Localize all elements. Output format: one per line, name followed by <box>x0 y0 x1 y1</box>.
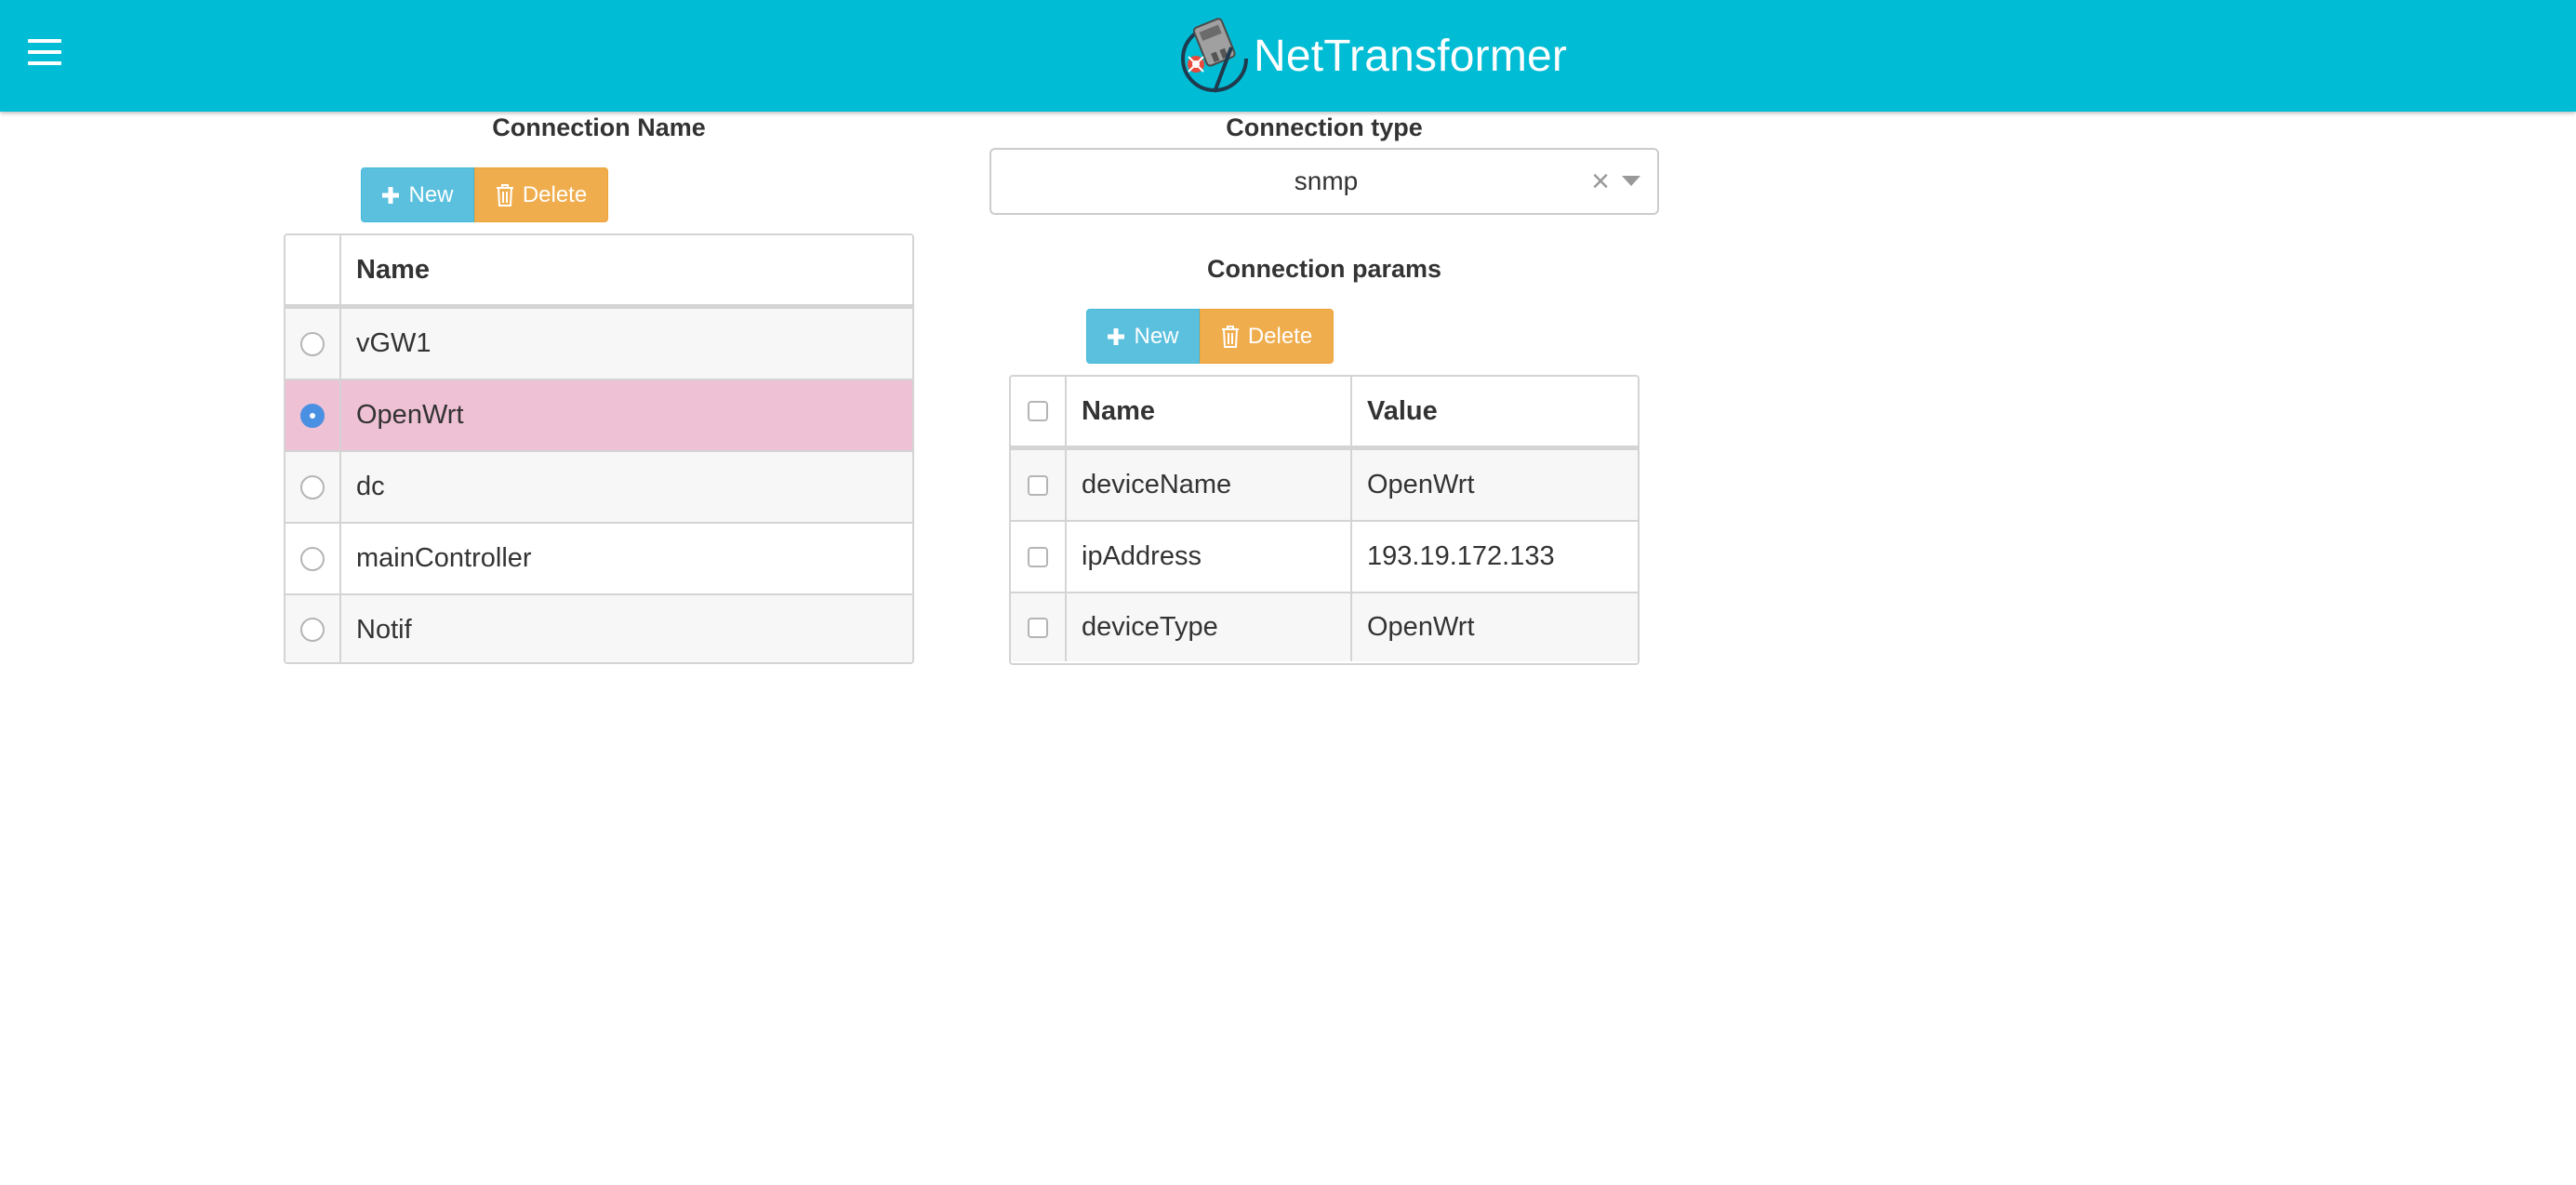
table-row[interactable]: vGW1 <box>285 309 912 380</box>
row-select-cell <box>1011 522 1067 592</box>
row-checkbox[interactable] <box>1028 546 1048 567</box>
param-name-cell: deviceType <box>1067 593 1352 661</box>
row-select-cell <box>285 595 341 662</box>
nettransformer-logo <box>1181 18 1248 93</box>
param-value-cell: 193.19.172.133 <box>1367 541 1555 571</box>
brand-name: NetTransformer <box>1254 31 1568 81</box>
table-row[interactable]: Notif <box>285 595 912 662</box>
param-rows: deviceName OpenWrt ipAddress 193.19.172.133… <box>1011 450 1638 661</box>
delete-connection-button[interactable]: Delete <box>474 167 608 222</box>
row-radio[interactable] <box>300 331 325 356</box>
connection-type-title: Connection type <box>1226 113 1423 141</box>
delete-param-label: Delete <box>1247 323 1313 349</box>
connection-name-cell: dc <box>356 472 385 501</box>
plus-icon <box>1107 327 1125 346</box>
connection-name-table: Name vGW1 OpenWrt dc mainController Notif <box>284 233 914 664</box>
trash-icon <box>496 183 514 206</box>
row-select-cell <box>1011 593 1067 661</box>
table-row[interactable]: OpenWrt <box>285 380 912 452</box>
table-header-row: Name Value <box>1011 377 1638 450</box>
connection-name-cell: mainController <box>356 543 532 573</box>
caret-down-icon[interactable] <box>1622 176 1640 186</box>
connection-name-cell: vGW1 <box>356 328 432 358</box>
select-column-header <box>285 235 341 304</box>
row-select-cell <box>285 309 341 379</box>
table-row[interactable]: mainController <box>285 524 912 595</box>
connection-name-toolbar: New Delete <box>361 167 608 222</box>
delete-connection-label: Delete <box>522 181 588 207</box>
column-header-name: Name <box>356 254 430 285</box>
param-value-cell: OpenWrt <box>1367 470 1475 499</box>
row-radio[interactable] <box>300 546 325 571</box>
row-select-cell <box>285 452 341 522</box>
param-value-cell: OpenWrt <box>1367 612 1475 642</box>
column-header-value: Value <box>1367 395 1438 426</box>
connection-params-title: Connection params <box>1206 255 1442 283</box>
row-radio[interactable] <box>300 474 325 499</box>
connection-rows: vGW1 OpenWrt dc mainController Notif <box>285 309 912 662</box>
trash-icon <box>1221 325 1240 348</box>
select-all-cell <box>1011 377 1067 446</box>
brand: NetTransformer <box>1177 9 1567 102</box>
connection-name-cell: OpenWrt <box>356 400 464 430</box>
select-all-checkbox[interactable] <box>1028 401 1048 421</box>
table-header-row: Name <box>285 235 912 309</box>
row-checkbox[interactable] <box>1028 474 1048 496</box>
row-select-cell <box>1011 450 1067 520</box>
row-radio[interactable] <box>300 618 325 642</box>
connection-type-select[interactable]: snmp × <box>989 148 1659 215</box>
connection-type-value: snmp <box>1294 166 1359 195</box>
row-select-cell <box>285 524 341 593</box>
new-param-label: New <box>1134 323 1179 349</box>
param-name-cell: deviceName <box>1067 450 1352 520</box>
hamburger-menu-icon[interactable] <box>28 39 63 67</box>
row-checkbox[interactable] <box>1028 617 1048 638</box>
table-row[interactable]: dc <box>285 452 912 524</box>
connection-name-cell: Notif <box>356 614 412 645</box>
row-select-cell <box>285 380 341 450</box>
column-header-name: Name <box>1067 377 1352 446</box>
param-name-cell: ipAddress <box>1067 522 1352 592</box>
connection-params-table: Name Value deviceName OpenWrt ipAddress 193… <box>1009 375 1640 665</box>
new-connection-button[interactable]: New <box>361 167 474 222</box>
table-row[interactable]: deviceName OpenWrt <box>1011 450 1638 522</box>
delete-param-button[interactable]: Delete <box>1200 309 1334 364</box>
connection-params-toolbar: New Delete <box>1086 309 1334 364</box>
table-row[interactable]: ipAddress 193.19.172.133 <box>1011 522 1638 593</box>
connection-name-title: Connection Name <box>492 113 706 141</box>
plus-icon <box>381 186 400 205</box>
new-connection-label: New <box>408 181 454 207</box>
clear-x-icon[interactable]: × <box>1584 163 1617 200</box>
table-row[interactable]: deviceType OpenWrt <box>1011 593 1638 661</box>
top-app-bar: NetTransformer <box>0 0 2576 112</box>
row-radio[interactable] <box>300 403 325 428</box>
new-param-button[interactable]: New <box>1086 309 1200 364</box>
